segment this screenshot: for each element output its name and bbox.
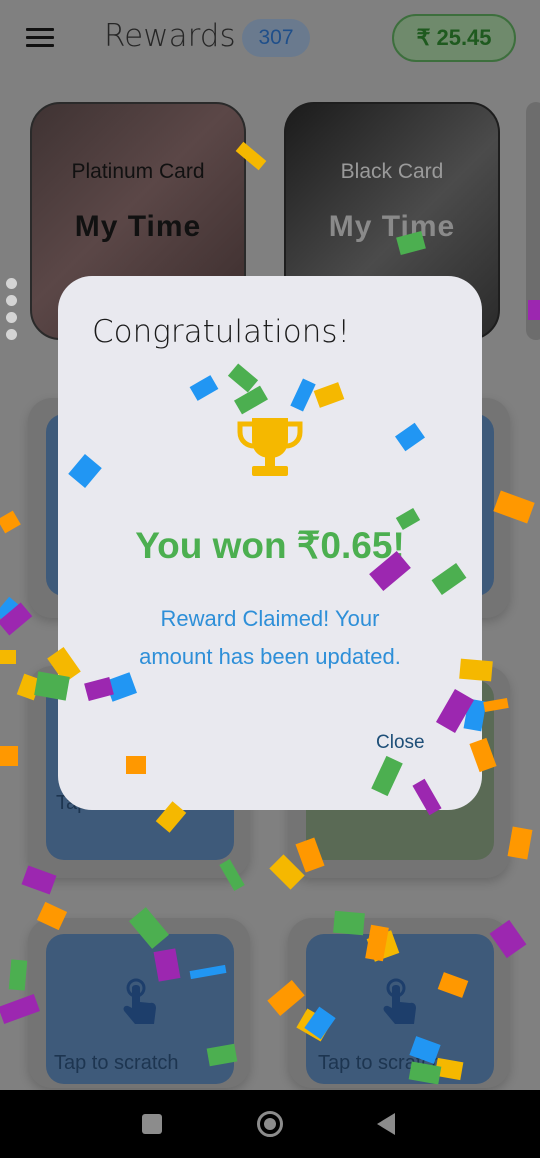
wallet-balance[interactable]: ₹ 25.45: [392, 14, 516, 62]
system-nav-bar: [0, 1090, 540, 1158]
trophy-icon: [237, 418, 303, 476]
dialog-title: Congratulations!: [92, 314, 350, 350]
home-button[interactable]: [240, 1090, 300, 1158]
scratch-card-label: Tap to scratch: [54, 1052, 179, 1074]
claim-message-line: amount has been updated.: [139, 644, 401, 669]
tap-hand-icon: [383, 978, 416, 1024]
confetti-piece: [0, 510, 21, 534]
card-name: My Time: [328, 210, 456, 243]
confetti-piece: [8, 959, 28, 991]
confetti-piece: [0, 746, 18, 766]
rupee-symbol: ₹: [416, 25, 431, 50]
scratch-card[interactable]: Tap to scratch: [46, 934, 234, 1084]
rewards-count-badge: 307: [242, 19, 310, 57]
card-name: My Time: [74, 210, 202, 243]
close-button[interactable]: Close: [376, 732, 425, 754]
side-handle-dots[interactable]: [6, 278, 18, 346]
back-triangle-icon: [377, 1113, 395, 1135]
congratulations-dialog: Congratulations! You won ₹0.65! Reward C…: [58, 276, 482, 810]
recents-button[interactable]: [122, 1090, 182, 1158]
tap-hand-icon: [123, 978, 156, 1024]
recents-square-icon: [142, 1114, 162, 1134]
confetti-piece: [507, 826, 533, 860]
top-bar: Rewards 307 ₹ 25.45: [0, 0, 540, 80]
menu-icon[interactable]: [26, 28, 54, 48]
balance-amount: 25.45: [436, 25, 492, 50]
card-type-label: Black Card: [340, 160, 444, 183]
claim-message-line: Reward Claimed! Your: [160, 606, 380, 631]
home-circle-icon: [257, 1111, 283, 1137]
confetti-piece: [0, 650, 16, 664]
page-title: Rewards: [104, 18, 236, 54]
confetti-piece: [0, 602, 33, 636]
card-type-label: Platinum Card: [71, 160, 205, 183]
scratch-card[interactable]: Tap to scratch: [306, 934, 494, 1084]
rewards-screen: Rewards 307 ₹ 25.45 Platinum Card My Tim…: [0, 0, 540, 1090]
scratch-card-label: Tap to scratch: [318, 1052, 443, 1074]
back-button[interactable]: [356, 1090, 416, 1158]
claim-message: Reward Claimed! Your amount has been upd…: [88, 600, 452, 676]
confetti-piece: [0, 596, 23, 626]
next-card-edge[interactable]: [526, 102, 540, 340]
won-amount-text: You won ₹0.65!: [135, 525, 405, 566]
